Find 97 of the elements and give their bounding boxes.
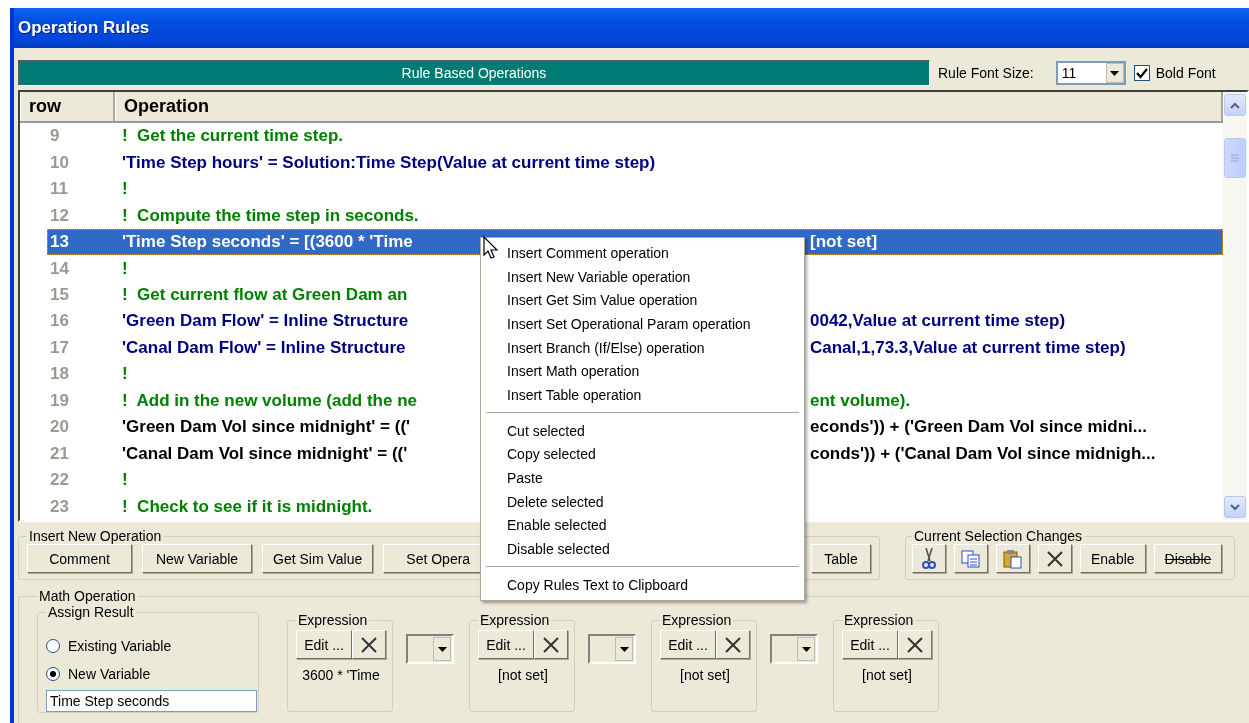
operation-text: ! Compute the time step in seconds. xyxy=(122,205,419,225)
edit-button[interactable]: Edit ... xyxy=(660,630,716,659)
menu-item[interactable]: Insert Math operation xyxy=(483,359,802,384)
insert-button[interactable]: Get Sim Value xyxy=(262,544,374,573)
expression-value: [not set] xyxy=(680,667,730,683)
operation-text: ! Add in the new volume (add the ne xyxy=(122,390,417,410)
clear-button[interactable] xyxy=(352,630,386,659)
menu-item[interactable]: Insert Get Sim Value operation xyxy=(483,288,802,313)
operation-text: 'Green Dam Flow' = Inline Structure xyxy=(122,311,409,331)
variable-name-field[interactable]: Time Step seconds xyxy=(46,690,257,712)
operation-text: ! xyxy=(122,179,128,199)
operation-text: 'Canal Dam Vol since midnight' = ((' xyxy=(122,443,408,463)
clipboard-icon xyxy=(1003,548,1023,569)
operation-text: [not set] xyxy=(810,232,878,252)
group-label: Assign Result xyxy=(47,604,135,620)
check-icon xyxy=(1135,67,1148,79)
scroll-up-button[interactable] xyxy=(1224,94,1246,116)
window-title: Operation Rules xyxy=(18,18,150,38)
operator-dropdown[interactable] xyxy=(406,634,454,664)
operation-text: 'Canal Dam Flow' = Inline Structure xyxy=(122,337,406,357)
dropdown-arrow-icon xyxy=(619,646,629,652)
clear-button[interactable] xyxy=(898,630,932,659)
operation-text: 'Green Dam Vol since midnight' = ((' xyxy=(122,417,411,437)
dropdown-arrow-icon xyxy=(437,646,447,652)
font-size-label: Rule Font Size: xyxy=(938,65,1034,81)
copy-icon xyxy=(961,549,981,568)
menu-item[interactable]: Insert New Variable operation xyxy=(483,264,802,289)
edit-button[interactable]: Edit ... xyxy=(842,630,898,659)
expression-value: [not set] xyxy=(862,667,912,683)
menu-item[interactable]: Copy selected xyxy=(483,442,802,467)
operation-text: 0042,Value at current time step) xyxy=(810,311,1066,331)
clear-button[interactable] xyxy=(534,630,568,659)
group-label: Expression xyxy=(661,612,733,628)
radio-label: New Variable xyxy=(68,666,151,682)
insert-button[interactable]: Table xyxy=(811,544,871,573)
operation-text: ! Get the current time step. xyxy=(122,126,344,146)
close-icon xyxy=(360,635,378,654)
group-label: Expression xyxy=(479,612,551,628)
delete-button[interactable] xyxy=(1038,544,1072,573)
checkbox-label: Bold Font xyxy=(1155,65,1216,81)
menu-item[interactable]: Delete selected xyxy=(483,489,802,514)
group-label: Math Operation xyxy=(38,588,137,604)
section-banner: Rule Based Operations xyxy=(18,60,930,86)
paste-button[interactable] xyxy=(996,544,1030,573)
expression-value: [not set] xyxy=(498,667,548,683)
clear-button[interactable] xyxy=(716,630,750,659)
font-size-dropdown[interactable]: 11 xyxy=(1055,61,1126,85)
menu-item[interactable]: Insert Set Operational Param operation xyxy=(483,312,802,336)
operator-dropdown[interactable] xyxy=(588,634,636,664)
expression-value: 3600 * 'Time xyxy=(302,667,380,683)
cut-button[interactable] xyxy=(912,544,946,573)
toolbar-button[interactable]: Disable xyxy=(1153,544,1223,573)
operation-text: 'Time Step hours' = Solution:Time Step(Value at current time step) xyxy=(122,152,656,172)
close-icon xyxy=(542,635,560,654)
scroll-down-button[interactable] xyxy=(1224,496,1246,518)
edit-button[interactable]: Edit ... xyxy=(296,630,352,659)
column-header[interactable]: row xyxy=(20,92,115,121)
radio-button[interactable] xyxy=(46,639,60,653)
operation-text: econds')) + ('Green Dam Vol since midni... xyxy=(810,417,1147,437)
group-label: Insert New Operation xyxy=(28,528,163,544)
group-label: Current Selection Changes xyxy=(913,528,1084,544)
insert-button[interactable]: Comment xyxy=(27,544,132,573)
scissors-icon xyxy=(922,547,936,570)
radio-label: Existing Variable xyxy=(68,638,172,654)
operation-text: Canal,1,73.3,Value at current time step) xyxy=(810,337,1126,357)
edit-button[interactable]: Edit ... xyxy=(478,630,534,659)
operation-text: ! xyxy=(122,364,128,384)
menu-item[interactable]: Enable selected xyxy=(483,513,802,538)
scrollbar-thumb[interactable] xyxy=(1224,138,1246,178)
close-icon xyxy=(906,635,924,654)
radio-button[interactable] xyxy=(46,667,60,681)
dropdown-arrow-icon xyxy=(801,646,811,652)
menu-item[interactable]: Insert Table operation xyxy=(483,383,802,407)
copy-button[interactable] xyxy=(954,544,988,573)
dropdown-arrow-icon xyxy=(1110,70,1120,76)
operator-dropdown[interactable] xyxy=(770,634,818,664)
operation-text: ! xyxy=(122,258,128,278)
row-number[interactable]: 13 xyxy=(47,232,113,253)
operation-text: ! Get current flow at Green Dam an xyxy=(122,285,408,304)
menu-item[interactable]: Paste xyxy=(483,466,802,490)
menu-item[interactable]: Cut selected xyxy=(483,418,802,443)
toolbar-button[interactable]: Enable xyxy=(1080,544,1146,573)
close-icon xyxy=(724,635,742,654)
bold-font-checkbox[interactable] xyxy=(1133,65,1150,81)
operation-text: conds')) + ('Canal Dam Vol since midnigh... xyxy=(810,443,1156,463)
insert-button[interactable]: New Variable xyxy=(142,544,252,573)
operation-text: ! xyxy=(122,470,128,490)
operation-text: ! Check to see if it is midnight. xyxy=(122,496,373,516)
operation-text: 'Time Step seconds' = [(3600 * 'Time xyxy=(122,232,413,252)
menu-item[interactable]: Copy Rules Text to Clipboard xyxy=(483,572,802,597)
group-label: Expression xyxy=(297,612,369,628)
scrollbar[interactable] xyxy=(1223,92,1247,520)
operation-text: ent volume). xyxy=(810,390,911,410)
grip-icon xyxy=(1231,154,1239,162)
delete-icon xyxy=(1046,549,1064,568)
group-label: Expression xyxy=(843,612,915,628)
menu-item[interactable]: Insert Branch (If/Else) operation xyxy=(483,335,802,360)
